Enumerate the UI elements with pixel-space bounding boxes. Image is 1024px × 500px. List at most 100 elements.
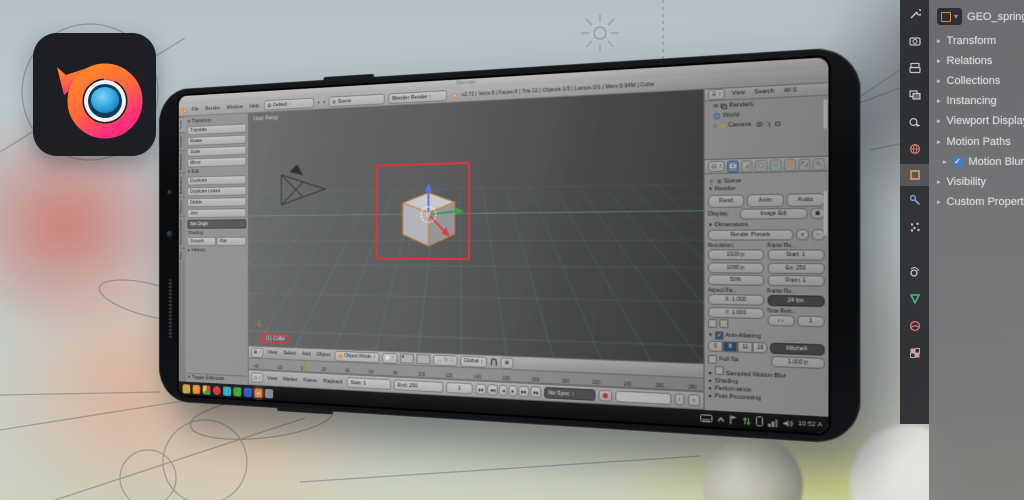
aa-filter-dropdown[interactable]: Mitchell-	[770, 343, 824, 356]
current-frame-field[interactable]: 1	[446, 382, 473, 394]
render-engine-dropdown[interactable]: Blender Render ↕	[389, 90, 448, 104]
render-layers-tab[interactable]	[741, 159, 753, 171]
output-tab-icon[interactable]	[907, 60, 922, 75]
layers-widget-left[interactable]	[400, 353, 414, 363]
menu-help[interactable]: Help	[248, 103, 261, 109]
time-remap-old-field[interactable]: ‹ ›	[767, 315, 794, 327]
border-checkbox[interactable]	[708, 319, 717, 328]
outliner-scrollbar[interactable]	[824, 99, 828, 129]
blender-menu-icon[interactable]	[181, 106, 187, 114]
modifiers-tab[interactable]	[813, 157, 825, 170]
motion-blur-checkbox[interactable]	[715, 366, 724, 375]
scene-tab[interactable]	[755, 159, 767, 171]
jump-to-end-button[interactable]: ▶▮	[531, 386, 542, 398]
section-relations[interactable]: ▸Relations	[937, 55, 992, 67]
firefox-icon[interactable]	[193, 384, 201, 393]
menu-render[interactable]: Render	[204, 105, 222, 111]
orientation-dropdown[interactable]: Global ↕	[460, 355, 487, 367]
frame-end-field[interactable]: End: 250	[394, 379, 443, 392]
set-origin-dropdown[interactable]: Set Origin↕	[187, 219, 246, 229]
resolution-percent-field[interactable]: 50%	[708, 274, 764, 286]
panel-history[interactable]: ► History	[187, 248, 246, 254]
pin-icon[interactable]	[708, 178, 715, 185]
render-panel-header[interactable]: ▼ Render	[708, 184, 825, 193]
keying-set-field[interactable]	[616, 390, 671, 405]
end-frame-field[interactable]: En: 250	[767, 262, 825, 274]
crop-checkbox[interactable]	[719, 319, 728, 328]
volume-icon[interactable]	[782, 418, 793, 428]
blender-taskbar-icon[interactable]	[254, 388, 262, 398]
physics-tab-icon[interactable]	[907, 264, 922, 279]
object-tab-icon[interactable]	[900, 164, 929, 186]
menu-window[interactable]: Window	[225, 104, 245, 111]
collapse-toggle[interactable]: ⊟	[714, 103, 718, 110]
record-button[interactable]	[599, 390, 613, 402]
tab-grease-pencil[interactable]: Grease Pencil	[179, 217, 186, 248]
tab-tools[interactable]: Tools	[179, 117, 186, 133]
tab-relations[interactable]: Relations	[179, 150, 186, 173]
app-blue-icon[interactable]	[244, 387, 252, 397]
layout-close[interactable]: ×	[323, 100, 325, 105]
prev-keyframe-button[interactable]: ◀◀	[487, 384, 498, 396]
smooth-button[interactable]: Smooth	[187, 237, 216, 246]
translate-button[interactable]: Translate	[187, 124, 246, 136]
renderability-camera-icon[interactable]	[774, 120, 781, 127]
scale-button[interactable]: Scale	[187, 146, 246, 157]
section-transform[interactable]: ▸Transform	[937, 35, 996, 47]
render-button[interactable]: Rend	[708, 194, 744, 208]
tab-animation[interactable]: Animation	[179, 173, 186, 197]
render-presets-dropdown[interactable]: Render Presets	[708, 229, 794, 240]
mode-dropdown[interactable]: Object Mode ↕	[335, 350, 379, 362]
blender-app-icon[interactable]	[33, 33, 156, 156]
viewport-3d[interactable]: User Persp (1) Cube	[249, 90, 704, 364]
aspect-y-field[interactable]: Y: 1.000	[708, 306, 764, 318]
tab-misc[interactable]: Misc	[179, 248, 186, 262]
material-tab-icon[interactable]	[907, 318, 922, 333]
properties-scrollbar[interactable]	[824, 191, 828, 236]
aa-samples-8[interactable]: 8	[723, 341, 738, 352]
section-custom-properties[interactable]: ▸Custom Properties	[937, 196, 1024, 208]
aspect-x-field[interactable]: X: 1.000	[708, 294, 764, 306]
fps-dropdown[interactable]: 24 fps	[767, 295, 825, 307]
duplicate-linked-button[interactable]: Duplicate Linked	[187, 186, 246, 196]
texture-tab-icon[interactable]	[907, 345, 922, 360]
properties-editor-dropdown[interactable]: ▤↕	[708, 161, 725, 172]
section-motion-paths[interactable]: ▸Motion Paths	[937, 136, 1011, 148]
app-gray-icon[interactable]	[265, 388, 273, 398]
anti-aliasing-checkbox[interactable]: ✓	[715, 331, 724, 340]
object-breadcrumb-dropdown[interactable]: ▾	[937, 8, 962, 25]
tab-physics[interactable]: Physics	[179, 197, 186, 217]
sync-dropdown[interactable]: No Sync ↕	[544, 387, 595, 401]
play-reverse-button[interactable]: ◀	[499, 385, 508, 397]
next-keyframe-button[interactable]: ▶▶	[518, 386, 529, 398]
animation-button[interactable]: Anim	[747, 193, 784, 207]
breadcrumb-scene[interactable]: Scene	[724, 177, 741, 184]
timeline-editor-dropdown[interactable]: ◷↕	[251, 372, 263, 383]
constraints-tab[interactable]	[798, 158, 810, 171]
modifiers-tab-icon[interactable]	[907, 192, 922, 207]
viewport-menu-select[interactable]: Select	[282, 351, 298, 357]
outliner-menu-search[interactable]: Search	[752, 88, 777, 96]
particles-tab-icon[interactable]	[907, 219, 922, 234]
section-instancing[interactable]: ▸Instancing	[937, 95, 997, 107]
outliner-menu-view[interactable]: View	[729, 90, 747, 97]
timeline-menu-view[interactable]: View	[266, 375, 279, 381]
phone-status-icon[interactable]	[756, 416, 763, 426]
view-layer-tab-icon[interactable]	[907, 87, 922, 102]
tool-tab-icon[interactable]	[907, 6, 922, 21]
scene-tab-icon[interactable]	[907, 114, 922, 129]
layers-widget-right[interactable]	[417, 354, 431, 364]
scene-selector[interactable]: ◍ Scene	[329, 94, 385, 108]
aa-samples-11[interactable]: 11	[738, 342, 753, 354]
section-viewport-display[interactable]: ▸Viewport Display	[937, 115, 1024, 127]
mirror-button[interactable]: Mirror	[187, 157, 246, 168]
start-frame-field[interactable]: Start: 1	[767, 249, 825, 260]
playhead[interactable]	[304, 361, 306, 371]
file-explorer-icon[interactable]	[183, 384, 191, 393]
network-activity-icon[interactable]	[742, 416, 751, 425]
join-button[interactable]: Join	[187, 208, 246, 218]
render-tab-icon[interactable]	[907, 33, 922, 48]
frame-start-field[interactable]: Start: 1	[347, 377, 391, 390]
delete-keyframe-button[interactable]: ×	[688, 394, 700, 407]
signal-bars-icon[interactable]	[767, 417, 778, 426]
